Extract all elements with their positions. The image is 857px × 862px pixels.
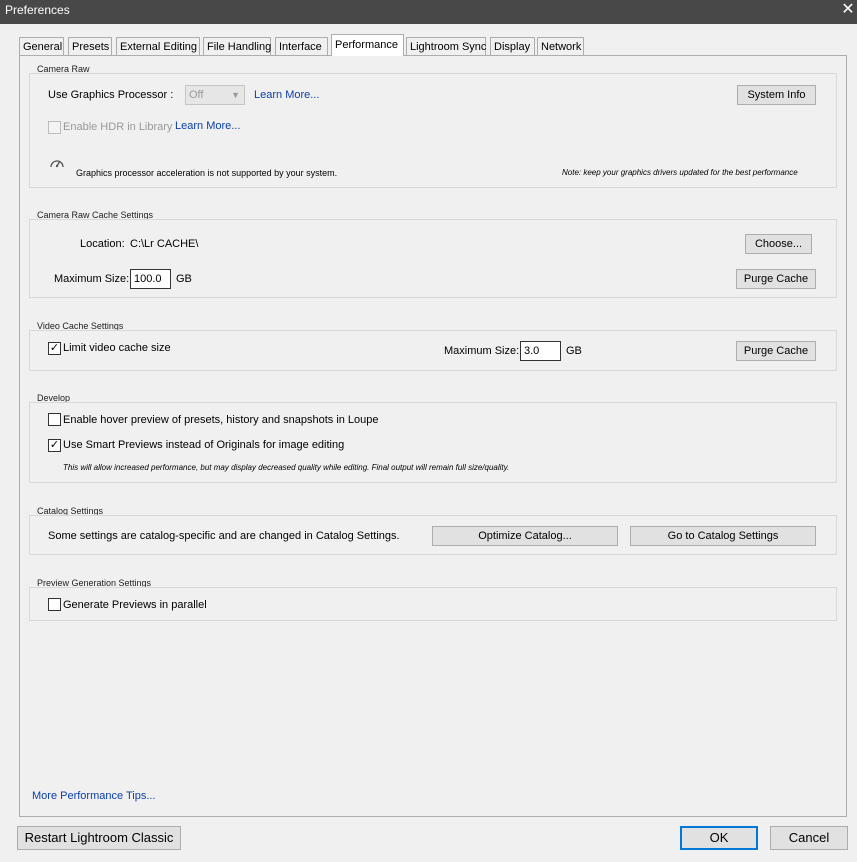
restart-lightroom-button[interactable]: Restart Lightroom Classic xyxy=(17,826,181,850)
tab-performance[interactable]: Performance xyxy=(331,34,404,56)
chevron-down-icon: ▼ xyxy=(231,90,240,100)
go-to-catalog-settings-button[interactable]: Go to Catalog Settings xyxy=(630,526,816,546)
smart-previews-note: This will allow increased performance, b… xyxy=(63,463,510,472)
gpu-label: Use Graphics Processor : xyxy=(48,89,174,101)
tab-file-handling[interactable]: File Handling xyxy=(203,37,271,55)
limit-video-cache-checkbox[interactable]: ✓ xyxy=(48,342,61,355)
video-max-size-input[interactable]: 3.0 xyxy=(520,341,561,361)
hdr-label: Enable HDR in Library xyxy=(63,121,173,133)
tab-network[interactable]: Network xyxy=(537,37,584,55)
close-icon[interactable]: ✕ xyxy=(839,0,857,24)
parallel-previews-label: Generate Previews in parallel xyxy=(63,599,207,611)
system-info-button[interactable]: System Info xyxy=(737,85,816,105)
tab-presets[interactable]: Presets xyxy=(68,37,112,55)
cache-max-size-label: Maximum Size: xyxy=(54,273,130,285)
catalog-text: Some settings are catalog-specific and a… xyxy=(48,530,400,542)
optimize-catalog-button[interactable]: Optimize Catalog... xyxy=(432,526,618,546)
video-cache-unit: GB xyxy=(566,345,582,357)
tab-display[interactable]: Display xyxy=(490,37,535,55)
parallel-previews-checkbox[interactable] xyxy=(48,598,61,611)
limit-video-cache-label: Limit video cache size xyxy=(63,342,171,354)
cache-max-size-input[interactable]: 100.0 xyxy=(130,269,171,289)
cancel-button[interactable]: Cancel xyxy=(770,826,848,850)
smart-previews-checkbox[interactable]: ✓ xyxy=(48,439,61,452)
hover-preview-checkbox[interactable] xyxy=(48,413,61,426)
tab-external-editing[interactable]: External Editing xyxy=(116,37,200,55)
video-purge-cache-button[interactable]: Purge Cache xyxy=(736,341,816,361)
tab-interface[interactable]: Interface xyxy=(275,37,328,55)
gpu-select[interactable]: Off ▼ xyxy=(185,85,245,105)
choose-button[interactable]: Choose... xyxy=(745,234,812,254)
hover-preview-label: Enable hover preview of presets, history… xyxy=(63,414,379,426)
smart-previews-label: Use Smart Previews instead of Originals … xyxy=(63,439,345,451)
gpu-driver-note: Note: keep your graphics drivers updated… xyxy=(562,168,798,177)
ok-button[interactable]: OK xyxy=(680,826,758,850)
gauge-icon xyxy=(50,160,64,168)
tab-general[interactable]: General xyxy=(19,37,64,55)
hdr-checkbox[interactable] xyxy=(48,121,61,134)
cache-location-value: C:\Lr CACHE\ xyxy=(130,238,199,250)
performance-tips-link[interactable]: More Performance Tips... xyxy=(32,790,156,802)
tab-lightroom-sync[interactable]: Lightroom Sync xyxy=(406,37,486,55)
gpu-unsupported-message: Graphics processor acceleration is not s… xyxy=(76,168,338,178)
hdr-learn-more-link[interactable]: Learn More... xyxy=(175,120,240,132)
purge-cache-button[interactable]: Purge Cache xyxy=(736,269,816,289)
title-bar: Preferences ✕ xyxy=(0,0,857,24)
cache-location-label: Location: xyxy=(80,238,125,250)
gpu-select-value: Off xyxy=(189,89,204,101)
window-title: Preferences xyxy=(5,3,70,17)
gpu-learn-more-link[interactable]: Learn More... xyxy=(254,89,319,101)
cache-unit: GB xyxy=(176,273,192,285)
video-max-size-label: Maximum Size: xyxy=(444,345,520,357)
